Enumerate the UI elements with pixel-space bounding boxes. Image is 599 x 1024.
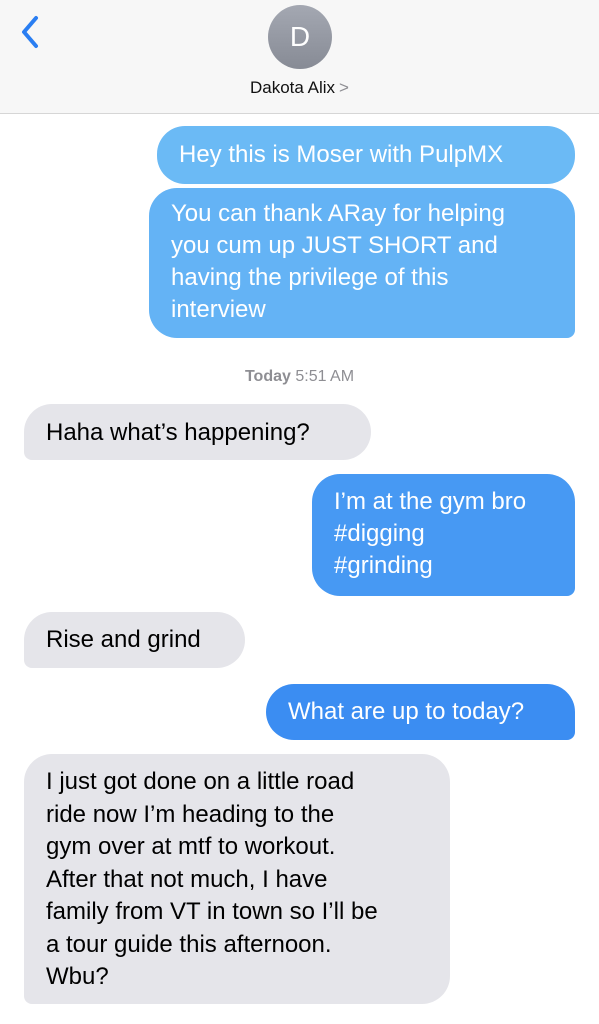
message-text: What are up to today? bbox=[288, 698, 525, 725]
chevron-right-icon: > bbox=[339, 78, 349, 97]
message-text-line: gym over at mtf to workout. bbox=[46, 833, 336, 860]
message-bubble-incoming[interactable]: Rise and grind bbox=[24, 612, 245, 668]
message-text-line: After that not much, I have bbox=[46, 865, 328, 893]
avatar[interactable]: D bbox=[268, 5, 332, 69]
message-text-line: having the privilege of this bbox=[171, 264, 449, 291]
chevron-left-icon bbox=[22, 16, 38, 48]
message-text-line: you cum up JUST SHORT and bbox=[171, 232, 498, 259]
message-bubble-outgoing[interactable]: Hey this is Moser with PulpMX bbox=[157, 126, 575, 184]
message-text-line: I just got done on a little road bbox=[46, 768, 355, 795]
message-text-line: You can thank ARay for helping bbox=[171, 200, 506, 227]
message-bubble-outgoing[interactable]: I’m at the gym bro #digging #grinding bbox=[312, 474, 575, 596]
message-text-line: ride now I’m heading to the bbox=[46, 800, 335, 828]
message-bubble-outgoing[interactable]: What are up to today? bbox=[266, 684, 575, 740]
timestamp-time: 5:51 AM bbox=[295, 368, 355, 385]
message-text: Haha what’s happening? bbox=[46, 419, 310, 446]
timestamp: Today 5:51 AM bbox=[0, 368, 599, 386]
message-text-line: a tour guide this afternoon. bbox=[46, 930, 332, 958]
conversation-header: D Dakota Alix > bbox=[0, 0, 599, 114]
message-text: Hey this is Moser with PulpMX bbox=[179, 141, 504, 168]
message-text-line: #grinding bbox=[334, 552, 433, 579]
message-text-line: family from VT in town so I’ll be bbox=[46, 898, 378, 925]
back-button[interactable] bbox=[14, 12, 52, 52]
message-text-line: Wbu? bbox=[46, 963, 109, 990]
contact-name[interactable]: Dakota Alix > bbox=[0, 78, 599, 98]
message-bubble-incoming[interactable]: I just got done on a little road ride no… bbox=[24, 754, 450, 1004]
message-text-line: interview bbox=[171, 296, 266, 323]
message-bubble-incoming[interactable]: Haha what’s happening? bbox=[24, 404, 371, 460]
timestamp-day: Today bbox=[244, 368, 291, 385]
message-bubble-outgoing[interactable]: You can thank ARay for helping you cum u… bbox=[149, 188, 575, 338]
contact-name-label: Dakota Alix bbox=[250, 78, 336, 97]
message-text-line: I’m at the gym bro bbox=[334, 488, 527, 515]
message-text: Rise and grind bbox=[46, 626, 201, 653]
message-text-line: #digging bbox=[334, 520, 425, 547]
